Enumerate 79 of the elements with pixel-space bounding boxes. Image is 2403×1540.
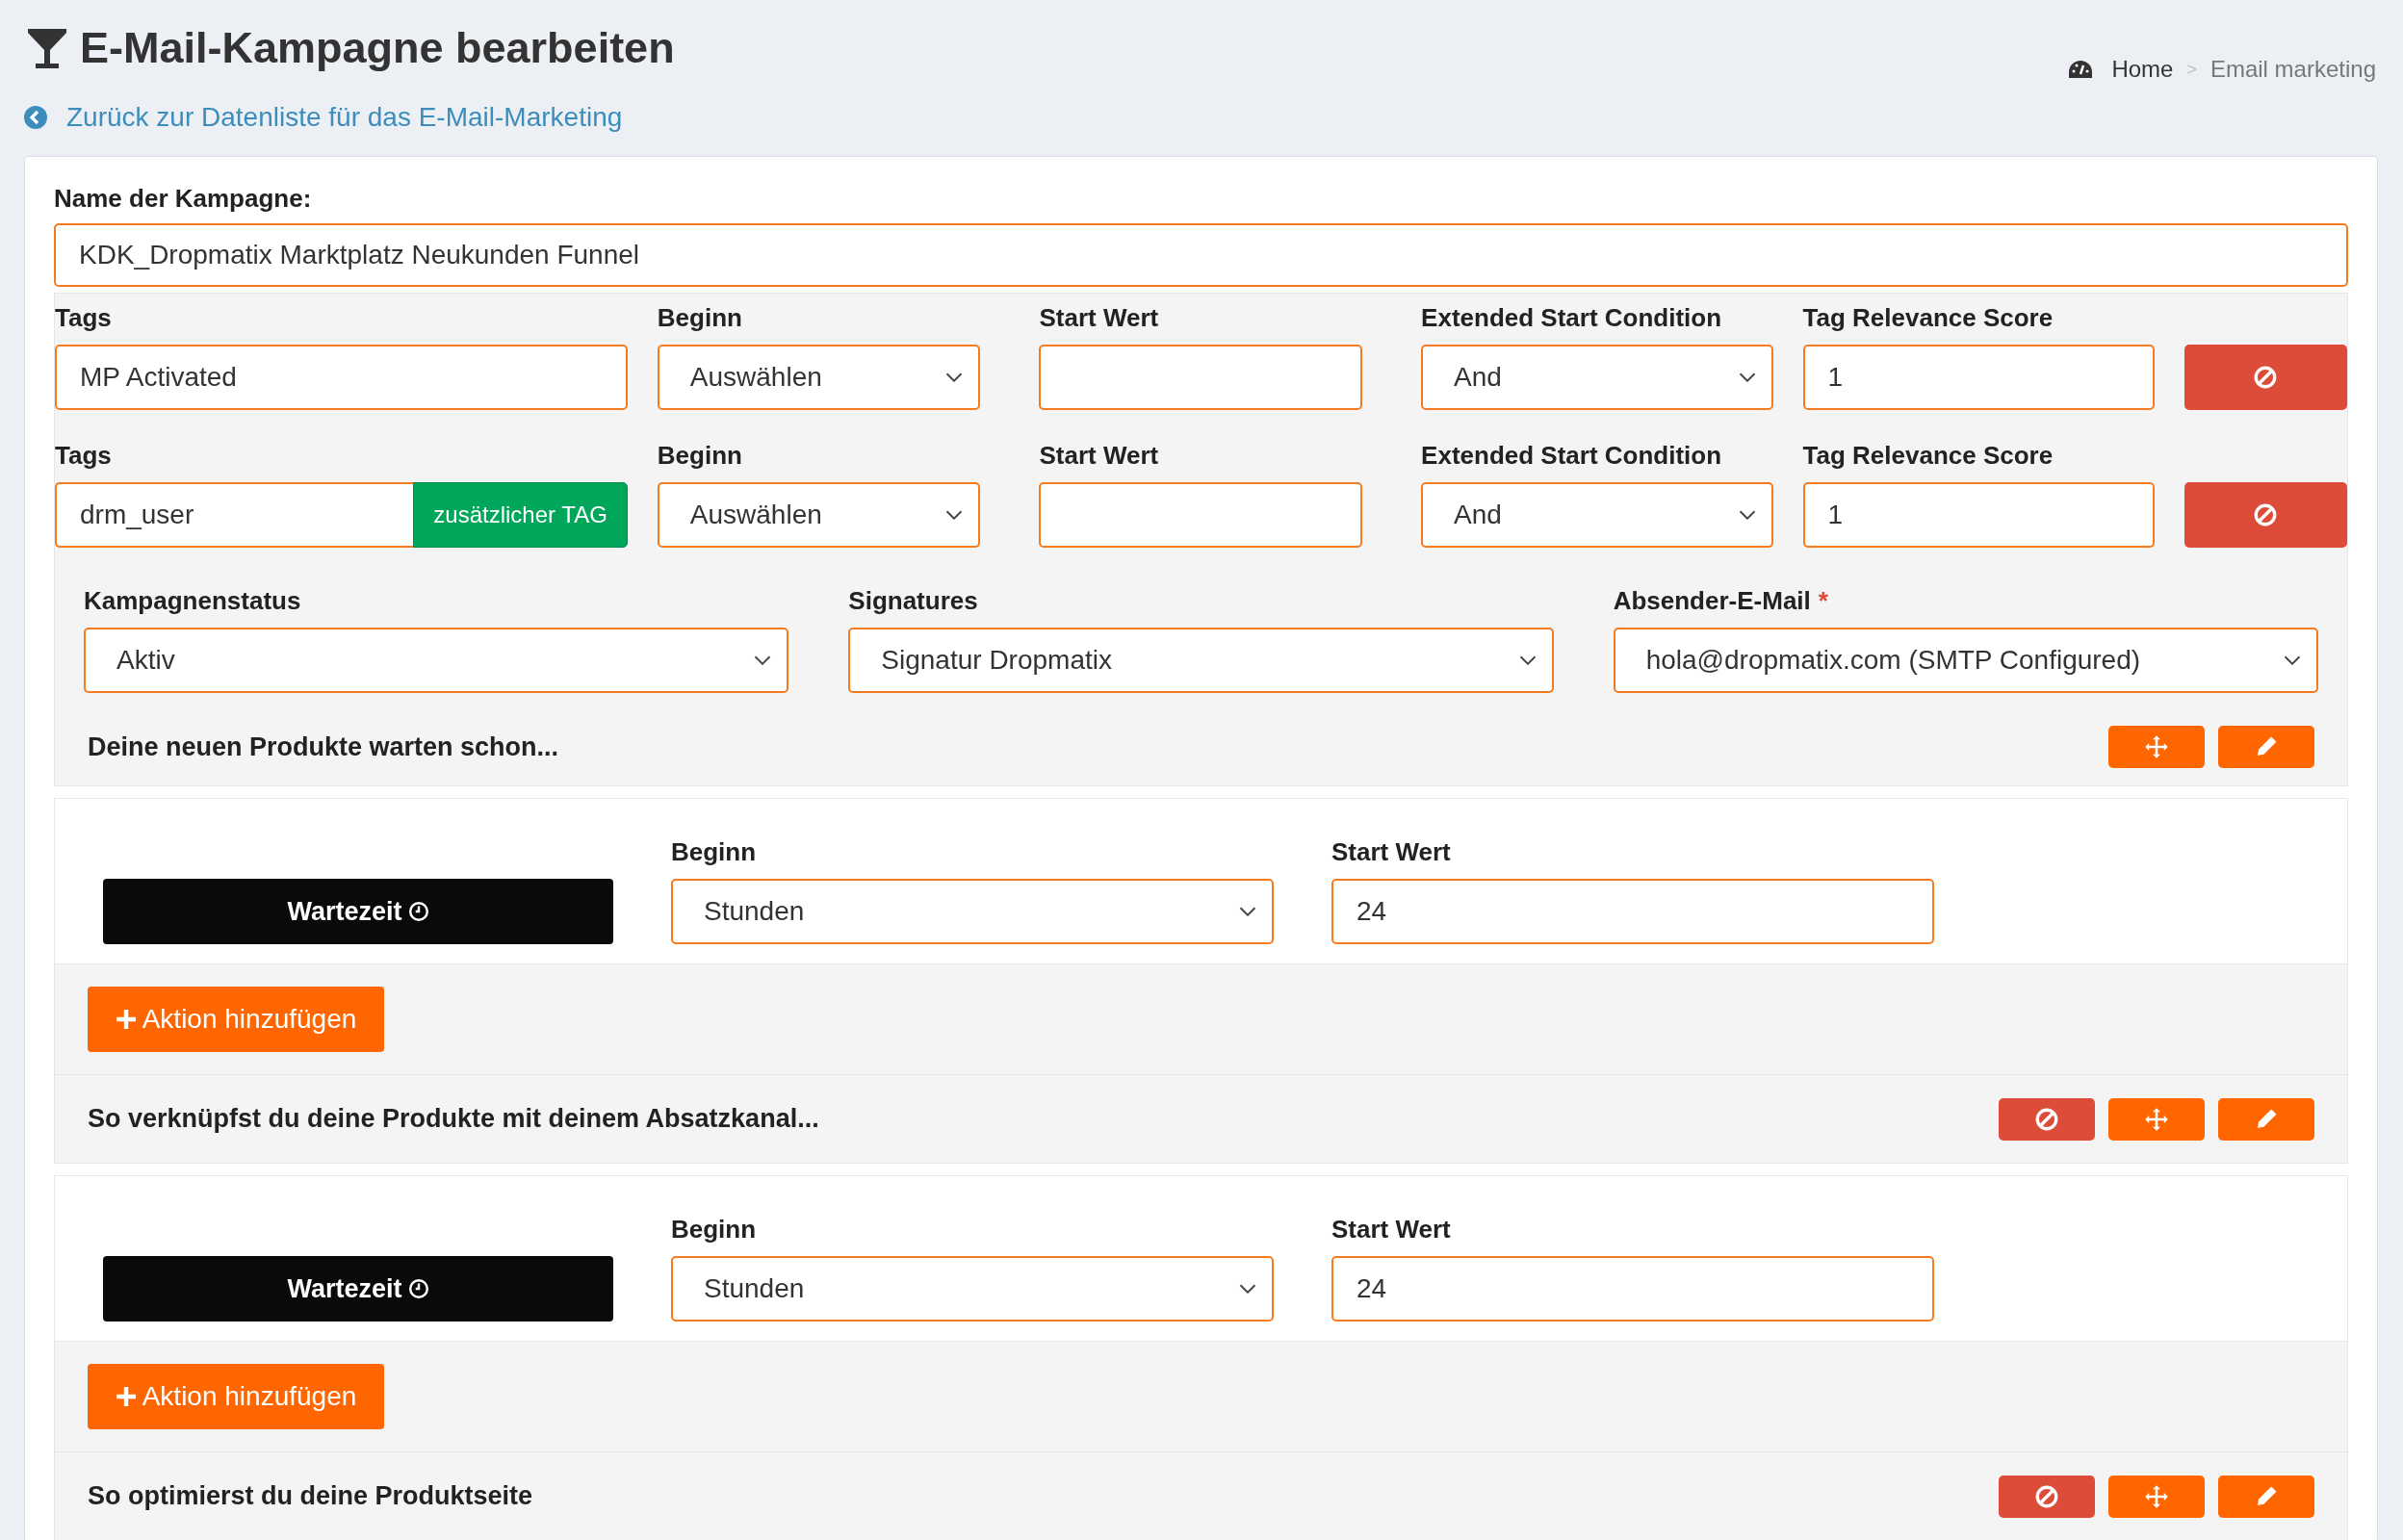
- select-field[interactable]: Signatur Dropmatix: [848, 628, 1554, 693]
- field-label: Signatures: [848, 586, 978, 616]
- plus-icon: [115, 1386, 137, 1407]
- select-field[interactable]: And: [1421, 345, 1773, 410]
- move-arrows-icon: [2144, 734, 2169, 759]
- field-label: Extended Start Condition: [1421, 441, 1723, 471]
- chevron-down-icon: [1738, 510, 1756, 520]
- start-value-field[interactable]: [1039, 345, 1363, 410]
- field-label: Tags: [55, 441, 113, 471]
- score-field[interactable]: 1: [1802, 345, 2155, 410]
- required-mark: *: [1818, 586, 1828, 616]
- chevron-down-icon: [1738, 372, 1756, 382]
- wait-time-button[interactable]: Wartezeit: [103, 1256, 613, 1322]
- edit-button[interactable]: [2218, 1475, 2314, 1518]
- select-field[interactable]: Auswählen: [657, 482, 981, 548]
- delete-button[interactable]: [1999, 1475, 2095, 1518]
- field-label: Tags: [55, 303, 113, 333]
- field-label: Start Wert: [1331, 1215, 1452, 1245]
- chevron-down-icon: [1518, 655, 1537, 665]
- tags-field[interactable]: drm_user: [55, 482, 414, 548]
- campaign-name-field[interactable]: KDK_Dropmatix Marktplatz Neukunden Funnel: [54, 223, 2348, 287]
- field-label: Kampagnenstatus: [84, 586, 301, 616]
- score-field[interactable]: 1: [1802, 482, 2155, 548]
- select-field[interactable]: Auswählen: [657, 345, 981, 410]
- move-button[interactable]: [2108, 1475, 2205, 1518]
- select-field[interactable]: Aktiv: [84, 628, 789, 693]
- select-field[interactable]: hola@dropmatix.com (SMTP Configured): [1613, 628, 2318, 693]
- delete-button[interactable]: [2184, 482, 2347, 548]
- chevron-down-icon: [1239, 907, 1256, 916]
- chevron-down-icon: [945, 510, 964, 520]
- ban-icon: [2034, 1483, 2059, 1509]
- chevron-down-icon: [754, 655, 772, 665]
- page-title: E-Mail-Kampagne bearbeiten: [80, 23, 675, 73]
- chevron-left-icon: [24, 106, 47, 129]
- tags-field[interactable]: MP Activated: [55, 345, 628, 410]
- field-label: Beginn: [671, 1215, 758, 1245]
- dashboard-gauge-icon: [2069, 61, 2093, 78]
- start-value-field[interactable]: 24: [1331, 1256, 1934, 1322]
- start-value-field[interactable]: [1039, 482, 1363, 548]
- field-label: Beginn: [657, 441, 743, 471]
- field-label: Beginn: [657, 303, 743, 333]
- chevron-down-icon: [945, 372, 964, 382]
- ban-icon: [2034, 1106, 2059, 1132]
- edit-button[interactable]: [2218, 726, 2314, 768]
- field-label: Start Wert: [1331, 837, 1452, 867]
- delete-button[interactable]: [2184, 345, 2347, 410]
- field-label: Start Wert: [1039, 441, 1160, 471]
- start-value-field[interactable]: 24: [1331, 879, 1934, 944]
- ban-icon: [2253, 365, 2279, 390]
- field-label: Start Wert: [1039, 303, 1160, 333]
- move-arrows-icon: [2144, 1106, 2169, 1132]
- email-subject: So verknüpfst du deine Produkte mit deinem Absatzkanal...: [88, 1104, 819, 1134]
- field-label: Extended Start Condition: [1421, 303, 1723, 333]
- move-button[interactable]: [2108, 1097, 2205, 1141]
- move-arrows-icon: [2144, 1483, 2169, 1509]
- select-field[interactable]: Stunden: [671, 879, 1274, 944]
- chevron-down-icon: [2284, 655, 2301, 665]
- plus-icon: [115, 1009, 137, 1030]
- field-label: Beginn: [671, 837, 758, 867]
- clock-icon: [407, 1278, 429, 1299]
- clock-icon: [407, 901, 429, 922]
- breadcrumb-separator: >: [2186, 59, 2197, 80]
- field-label: Tag Relevance Score: [1802, 303, 2054, 333]
- field-label: Absender-E-Mail: [1613, 586, 1811, 616]
- move-button[interactable]: [2108, 726, 2205, 768]
- field-label: Name der Kampagne:: [54, 184, 313, 214]
- edit-button[interactable]: [2218, 1097, 2314, 1141]
- funnel-icon: [28, 27, 66, 69]
- select-field[interactable]: Stunden: [671, 1256, 1274, 1322]
- field-label: Tag Relevance Score: [1802, 441, 2054, 471]
- wait-time-button[interactable]: Wartezeit: [103, 879, 613, 944]
- delete-button[interactable]: [1999, 1097, 2095, 1141]
- email-subject: Deine neuen Produkte warten schon...: [88, 732, 559, 762]
- chevron-down-icon: [1239, 1284, 1256, 1294]
- breadcrumb-link[interactable]: Email marketing: [2209, 56, 2376, 83]
- email-subject: So optimierst du deine Produktseite: [88, 1481, 533, 1511]
- select-field[interactable]: And: [1421, 482, 1773, 548]
- ban-icon: [2253, 502, 2279, 527]
- breadcrumb-link[interactable]: Home: [2111, 56, 2174, 83]
